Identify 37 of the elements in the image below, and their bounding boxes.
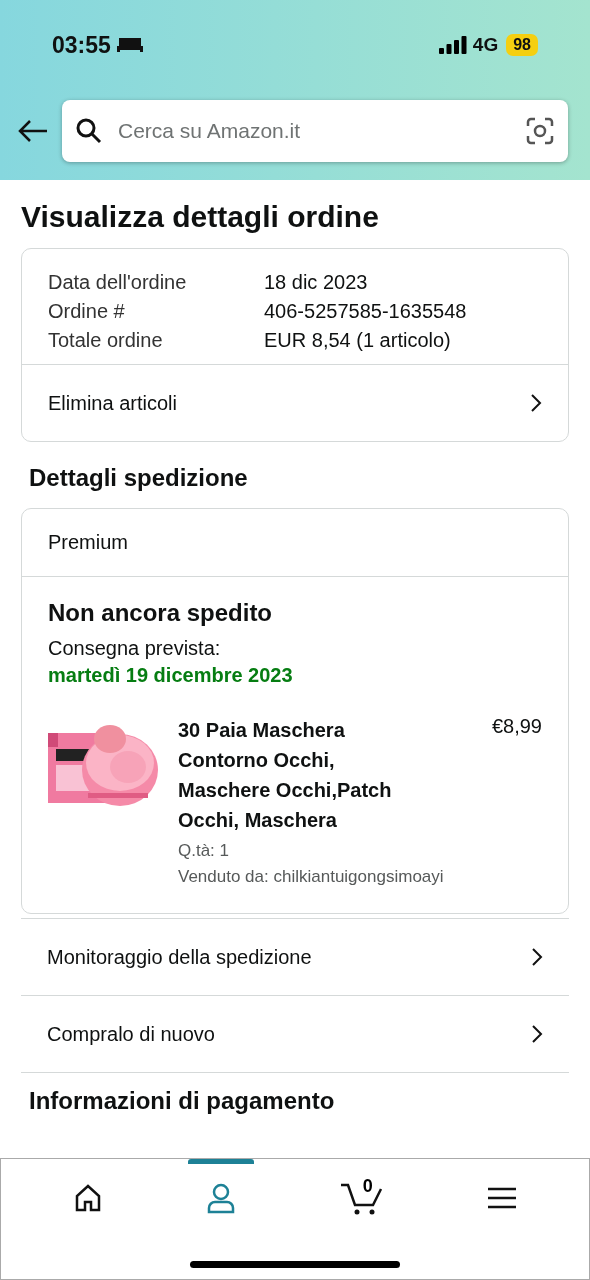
section-heading: Informazioni di pagamento (29, 1087, 336, 1115)
summary-value: EUR 8,54 (1 articolo) (264, 329, 452, 352)
nav-tab[interactable]: 0 (321, 1159, 402, 1221)
chevron-right-icon (531, 1024, 543, 1044)
menu-icon (487, 1186, 518, 1210)
back-arrow-icon[interactable] (18, 119, 48, 143)
status-time: 03:55 (52, 31, 111, 59)
search-icon (76, 118, 102, 144)
summary-label: Data dell'ordine (48, 271, 188, 294)
section-heading: Dettagli spedizione (29, 464, 249, 492)
summary-label: Totale ordine (48, 329, 164, 352)
summary-value: 406-5257585-1635548 (264, 300, 468, 323)
summary-value: 18 dic 2023 (264, 271, 369, 294)
network-label: 4G (472, 34, 499, 56)
seller-text: Venduto da: chilkiantuigongsimoayi (178, 867, 445, 887)
product-title[interactable]: 30 Paia Maschera Contorno Occhi, Maschere Occhi,Patch Occhi, Maschera (178, 715, 418, 835)
search-input[interactable]: Cerca su Amazon.it (116, 118, 512, 144)
page-title: Visualizza dettagli ordine (21, 200, 380, 234)
shipping-tier-label: Premium (47, 530, 129, 555)
chevron-right-icon (531, 947, 543, 967)
delivery-label: Consegna prevista: (48, 637, 222, 660)
product-price: €8,99 (491, 715, 542, 739)
quantity-text: Q.tà: 1 (178, 841, 231, 861)
camera-scan-icon[interactable] (526, 117, 554, 145)
cart-icon (339, 1181, 384, 1215)
account-icon (206, 1182, 237, 1214)
search-field[interactable]: Cerca su Amazon.it (62, 100, 568, 162)
bed-icon (116, 36, 143, 54)
battery-level: 98 (506, 34, 538, 56)
action-row[interactable]: Monitoraggio della spedizione (21, 919, 569, 996)
chevron-right-icon (530, 393, 542, 413)
delivery-date: martedì 19 dicembre 2023 (48, 664, 294, 687)
remove-items-row[interactable]: Elimina articoli (22, 364, 568, 441)
action-row[interactable]: Compralo di nuovo (21, 996, 569, 1073)
signal-icon (438, 36, 467, 54)
summary-label: Ordine # (48, 300, 126, 323)
shipment-status: Non ancora spedito (48, 599, 274, 627)
